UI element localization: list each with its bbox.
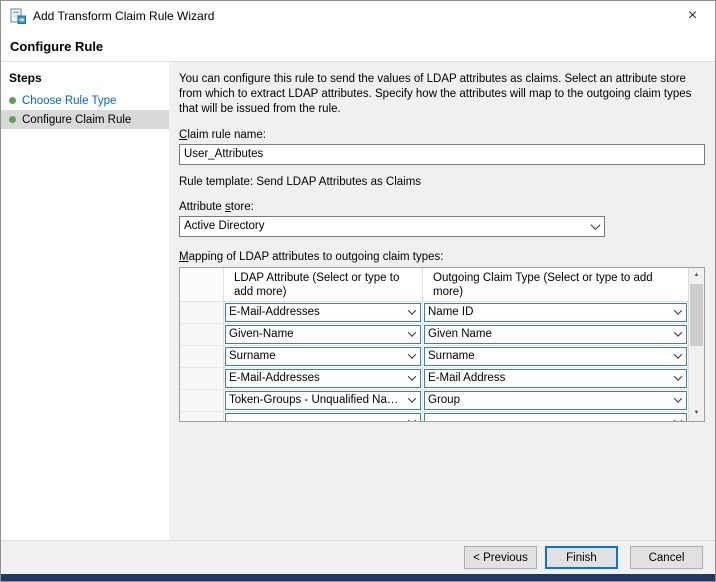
close-button[interactable]: × [670,1,715,31]
wizard-icon [10,8,26,24]
scroll-up-button[interactable]: ▲ [689,268,704,283]
ldap-attribute-select[interactable] [225,413,421,422]
page-title: Configure Rule [10,39,103,54]
cancel-button[interactable]: Cancel [630,546,703,569]
ldap-attribute-select[interactable]: Given-Name [225,325,421,344]
chevron-down-icon [404,414,420,422]
main-panel: You can configure this rule to send the … [169,62,715,540]
table-scrollbar[interactable]: ▲ ▼ [688,268,704,421]
scrollbar-thumb[interactable] [690,284,703,346]
ldap-attribute-select[interactable]: E-Mail-Addresses [225,303,421,322]
row-header-corner [180,268,224,301]
chevron-down-icon [404,304,420,321]
outgoing-claim-select[interactable]: Surname [424,347,687,366]
table-row: E-Mail-Addresses E-Mail Address [180,368,688,390]
table-row: Given-Name Given Name [180,324,688,346]
claim-rule-name-label: Claim rule name: [179,129,705,141]
description-text: You can configure this rule to send the … [179,72,705,118]
window-title: Add Transform Claim Rule Wizard [33,9,214,23]
chevron-down-icon [670,326,686,343]
attribute-store-value: Active Directory [184,220,265,232]
column-header-ldap-attribute: LDAP Attribute (Select or type to add mo… [224,268,423,301]
outgoing-claim-select[interactable]: Group [424,391,687,410]
previous-button[interactable]: < Previous [464,546,537,569]
chevron-down-icon [670,392,686,409]
attribute-store-label: Attribute store: [179,201,705,213]
chevron-down-icon [670,348,686,365]
table-row: E-Mail-Addresses Name ID [180,302,688,324]
title-bar: Add Transform Claim Rule Wizard × [1,1,715,31]
outgoing-claim-select[interactable] [424,413,687,422]
page-header: Configure Rule [1,31,715,62]
steps-title: Steps [1,62,169,91]
row-selector[interactable] [180,346,224,367]
chevron-down-icon [404,370,420,387]
steps-sidebar: Steps Choose Rule Type Configure Claim R… [1,62,169,540]
step-completed-icon [9,116,16,123]
column-header-outgoing-claim-type: Outgoing Claim Type (Select or type to a… [423,268,688,301]
row-selector[interactable] [180,324,224,345]
row-selector[interactable] [180,412,224,422]
chevron-down-icon [670,414,686,422]
table-header-row: LDAP Attribute (Select or type to add mo… [180,268,688,302]
rule-template-text: Rule template: Send LDAP Attributes as C… [179,176,705,188]
ldap-attribute-select[interactable]: Token-Groups - Unqualified Names [225,391,421,410]
row-selector[interactable] [180,302,224,323]
finish-button[interactable]: Finish [545,546,618,569]
chevron-down-icon [404,326,420,343]
outgoing-claim-select[interactable]: E-Mail Address [424,369,687,388]
row-selector[interactable] [180,368,224,389]
window-bottom-edge [1,574,715,581]
mapping-label: Mapping of LDAP attributes to outgoing c… [179,251,705,263]
step-completed-icon [9,97,16,104]
chevron-down-icon [404,348,420,365]
ldap-attribute-select[interactable]: E-Mail-Addresses [225,369,421,388]
scroll-down-button[interactable]: ▼ [689,406,704,421]
step-label: Choose Rule Type [22,95,116,107]
table-row-partial [180,412,688,422]
chevron-down-icon [670,370,686,387]
chevron-down-icon [586,217,604,236]
close-icon: × [688,8,697,24]
outgoing-claim-select[interactable]: Name ID [424,303,687,322]
claim-rule-name-input[interactable] [179,144,705,165]
sidebar-item-configure-claim-rule[interactable]: Configure Claim Rule [1,110,169,129]
ldap-attribute-select[interactable]: Surname [225,347,421,366]
table-row: Token-Groups - Unqualified Names Group [180,390,688,412]
attribute-store-select[interactable]: Active Directory [179,216,605,237]
add-transform-claim-rule-wizard-window: Add Transform Claim Rule Wizard × Config… [0,0,716,582]
footer: < Previous Finish Cancel [1,540,715,574]
table-row: Surname Surname [180,346,688,368]
outgoing-claim-select[interactable]: Given Name [424,325,687,344]
triangle-down-icon: ▼ [694,410,700,416]
triangle-up-icon: ▲ [694,272,700,278]
chevron-down-icon [404,392,420,409]
step-label: Configure Claim Rule [22,114,131,126]
chevron-down-icon [670,304,686,321]
sidebar-item-choose-rule-type[interactable]: Choose Rule Type [1,91,169,110]
mapping-table: LDAP Attribute (Select or type to add mo… [179,267,705,422]
row-selector[interactable] [180,390,224,411]
